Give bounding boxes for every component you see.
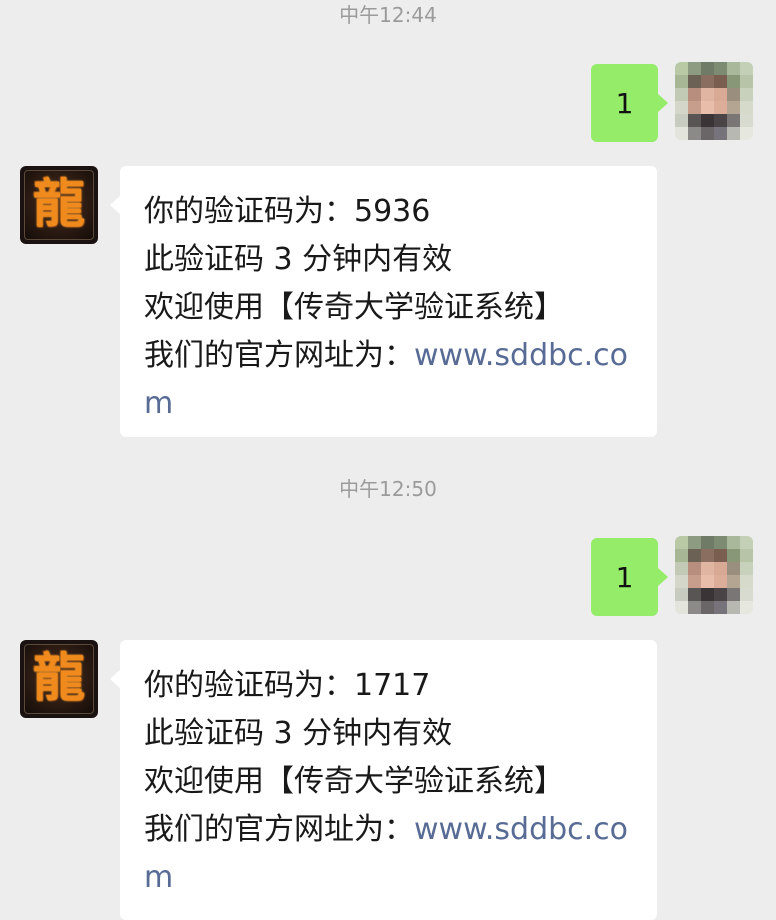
user-avatar[interactable] bbox=[675, 62, 753, 140]
dragon-glyph: 龍 bbox=[32, 648, 85, 709]
user-avatar[interactable] bbox=[675, 536, 753, 614]
code-line: 你的验证码为：5936 bbox=[144, 188, 633, 236]
sender-avatar[interactable]: 龍 bbox=[20, 640, 98, 718]
verification-code: 5936 bbox=[354, 194, 431, 229]
pixelated-photo bbox=[675, 62, 753, 140]
pixelated-photo bbox=[675, 536, 753, 614]
received-message-bubble[interactable]: 你的验证码为：5936 此验证码 3 分钟内有效 欢迎使用【传奇大学验证系统】 … bbox=[110, 166, 657, 437]
code-line: 你的验证码为：1717 bbox=[144, 662, 633, 710]
dragon-glyph: 龍 bbox=[32, 174, 85, 235]
sent-message-text: 1 bbox=[615, 86, 634, 120]
welcome-line: 欢迎使用【传奇大学验证系统】 bbox=[144, 290, 564, 325]
sent-message-text: 1 bbox=[615, 560, 634, 594]
received-message-bubble[interactable]: 你的验证码为：1717 此验证码 3 分钟内有效 欢迎使用【传奇大学验证系统】 … bbox=[110, 640, 657, 920]
dragon-logo-icon: 龍 bbox=[24, 170, 94, 240]
site-label: 我们的官方网址为： bbox=[144, 812, 414, 847]
site-label: 我们的官方网址为： bbox=[144, 338, 414, 373]
site-line: 我们的官方网址为：www.sddbc.com bbox=[144, 332, 633, 428]
timestamp: 中午12:50 bbox=[339, 477, 437, 501]
dragon-logo-icon: 龍 bbox=[24, 644, 94, 714]
verification-code: 1717 bbox=[354, 668, 431, 703]
site-line: 我们的官方网址为：www.sddbc.com bbox=[144, 806, 633, 902]
code-label: 你的验证码为： bbox=[144, 668, 354, 703]
validity-line: 此验证码 3 分钟内有效 bbox=[144, 242, 453, 277]
sent-message-bubble[interactable]: 1 bbox=[591, 64, 668, 142]
code-label: 你的验证码为： bbox=[144, 194, 354, 229]
timestamp: 中午12:44 bbox=[339, 3, 437, 27]
welcome-line: 欢迎使用【传奇大学验证系统】 bbox=[144, 764, 564, 799]
sent-message-bubble[interactable]: 1 bbox=[591, 538, 668, 616]
sender-avatar[interactable]: 龍 bbox=[20, 166, 98, 244]
validity-line: 此验证码 3 分钟内有效 bbox=[144, 716, 453, 751]
